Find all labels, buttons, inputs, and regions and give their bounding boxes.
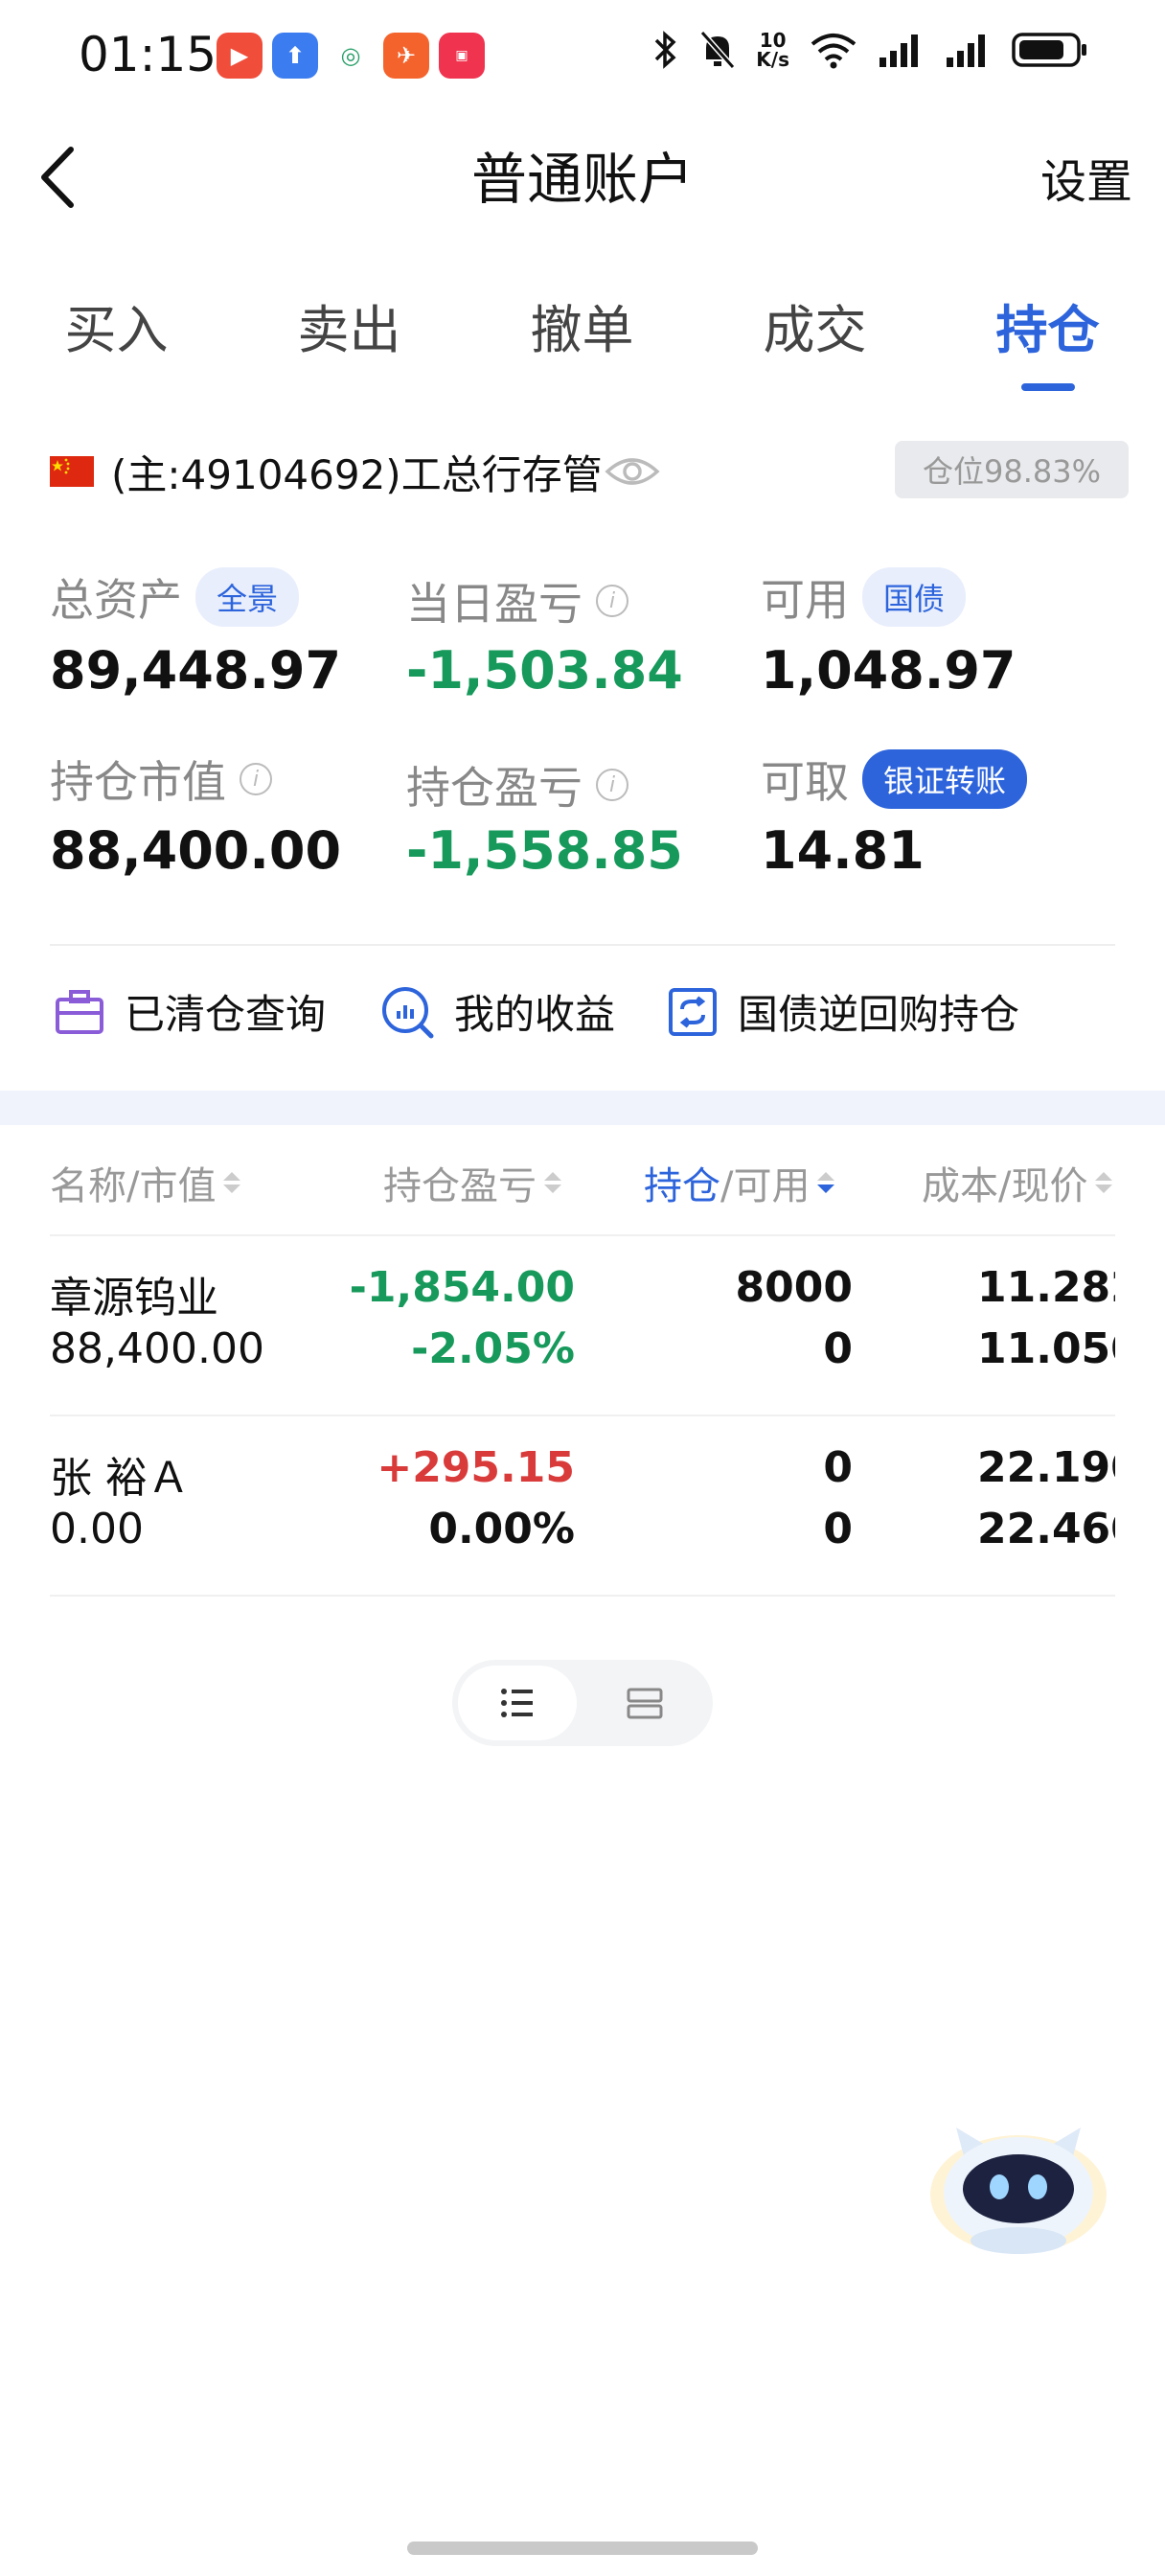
repo-cycle-icon bbox=[669, 987, 717, 1036]
list-view-button[interactable] bbox=[458, 1666, 577, 1740]
stock-name: 张 裕Ａ bbox=[50, 1454, 190, 1503]
daily-pnl-label: 当日盈亏 i bbox=[406, 569, 628, 632]
available-qty: 0 bbox=[823, 1324, 853, 1373]
briefcase-icon bbox=[56, 989, 103, 1034]
withdrawable-label: 可取 银证转账 bbox=[761, 748, 1028, 811]
divider bbox=[50, 944, 1115, 946]
holding-qty: 8000 bbox=[735, 1263, 853, 1312]
net-speed: 10 K/s bbox=[756, 29, 789, 71]
tab-buy[interactable]: 买入 bbox=[0, 288, 233, 393]
available-value: 1,048.97 bbox=[761, 640, 1017, 701]
trade-tabs: 买入 卖出 撤单 成交 持仓 bbox=[0, 288, 1165, 393]
view-mode-toggle bbox=[452, 1660, 713, 1746]
my-earnings-link[interactable]: 我的收益 bbox=[379, 982, 615, 1041]
mobile-carrier-app-icon: ◎ bbox=[328, 33, 374, 79]
available-qty: 0 bbox=[823, 1505, 853, 1553]
bank-transfer-button[interactable]: 银证转账 bbox=[862, 749, 1028, 809]
settings-button[interactable]: 设置 bbox=[1040, 144, 1132, 211]
row-divider bbox=[50, 1595, 1115, 1597]
info-icon[interactable]: i bbox=[596, 585, 628, 617]
holding-value-label: 持仓市值 i bbox=[50, 748, 272, 811]
col-name-header[interactable]: 名称/市值 bbox=[50, 1155, 241, 1210]
col-pnl-header[interactable]: 持仓盈亏 bbox=[383, 1155, 561, 1210]
earnings-chart-icon bbox=[382, 986, 434, 1038]
cost-price: 22.190 bbox=[977, 1443, 1115, 1492]
list-icon bbox=[501, 1689, 533, 1717]
pnl-percent: -2.05% bbox=[411, 1324, 575, 1373]
flash-app-icon: ✈ bbox=[383, 33, 429, 79]
bluetooth-icon bbox=[655, 31, 676, 69]
info-icon[interactable]: i bbox=[596, 769, 628, 801]
home-indicator[interactable] bbox=[407, 2542, 758, 2555]
sort-icon bbox=[223, 1172, 241, 1193]
robot-assistant-icon[interactable] bbox=[927, 2118, 1109, 2262]
col-position-header[interactable]: 持仓/可用 bbox=[644, 1155, 835, 1210]
sort-desc-icon bbox=[817, 1172, 835, 1193]
col-cost-header[interactable]: 成本/现价 bbox=[922, 1155, 1115, 1210]
table-row[interactable]: 章源钨业 88,400.00 -1,854.00 -2.05% 8000 0 1… bbox=[0, 1236, 1165, 1414]
video-app-icon: ▶ bbox=[217, 33, 263, 79]
reverse-repo-link[interactable]: 国债逆回购持仓 bbox=[667, 982, 1019, 1041]
available-label: 可用 国债 bbox=[761, 565, 967, 629]
section-separator bbox=[0, 1091, 1165, 1125]
card-icon bbox=[627, 1688, 663, 1719]
total-assets-value: 89,448.97 bbox=[50, 640, 342, 701]
info-icon[interactable]: i bbox=[240, 763, 272, 795]
signal-icon-2 bbox=[947, 34, 985, 67]
app-gallery-icon: ▣ bbox=[439, 33, 485, 79]
current-price: 11.050 bbox=[977, 1324, 1115, 1373]
eye-icon[interactable] bbox=[604, 450, 661, 493]
account-name[interactable]: (主:49104692)工总行存管 bbox=[111, 443, 603, 501]
status-bar: 01:15 ▶ ⬆ ◎ ✈ ▣ 10 K/s bbox=[0, 0, 1165, 105]
tab-positions[interactable]: 持仓 bbox=[931, 288, 1164, 393]
signal-icon-1 bbox=[879, 34, 918, 67]
pnl-percent: 0.00% bbox=[428, 1505, 575, 1553]
holding-pnl-value: -1,558.85 bbox=[406, 820, 683, 881]
tab-deals[interactable]: 成交 bbox=[698, 288, 931, 393]
market-value: 0.00 bbox=[50, 1505, 144, 1553]
page-title: 普通账户 bbox=[470, 147, 694, 212]
treasury-chip[interactable]: 国债 bbox=[862, 567, 967, 627]
market-value: 88,400.00 bbox=[50, 1324, 264, 1373]
table-row[interactable]: 张 裕Ａ 0.00 +295.15 0.00% 0 0 22.190 22.46… bbox=[0, 1416, 1165, 1595]
status-time: 01:15 bbox=[79, 27, 217, 82]
card-view-button[interactable] bbox=[582, 1666, 707, 1740]
total-assets-label: 总资产 全景 bbox=[50, 565, 300, 629]
daily-pnl-value: -1,503.84 bbox=[406, 640, 683, 701]
stock-name: 章源钨业 bbox=[50, 1274, 218, 1322]
holding-pnl: -1,854.00 bbox=[349, 1263, 575, 1312]
tab-sell[interactable]: 卖出 bbox=[233, 288, 466, 393]
wifi-icon bbox=[811, 34, 857, 69]
sort-icon bbox=[1095, 1172, 1113, 1193]
sort-icon bbox=[544, 1172, 561, 1193]
panorama-chip[interactable]: 全景 bbox=[195, 567, 300, 627]
china-flag-icon bbox=[50, 456, 94, 487]
mute-bell-icon bbox=[700, 31, 736, 69]
holding-pnl: +295.15 bbox=[377, 1443, 575, 1492]
holding-value-value: 88,400.00 bbox=[50, 820, 342, 881]
upload-app-icon: ⬆ bbox=[272, 33, 318, 79]
current-price: 22.460 bbox=[977, 1505, 1115, 1553]
holding-pnl-label: 持仓盈亏 i bbox=[406, 753, 628, 816]
cleared-positions-link[interactable]: 已清仓查询 bbox=[54, 982, 326, 1041]
cost-price: 11.282 bbox=[977, 1263, 1115, 1312]
position-ratio-badge: 仓位98.83% bbox=[895, 441, 1129, 498]
holding-qty: 0 bbox=[823, 1443, 853, 1492]
tab-cancel[interactable]: 撤单 bbox=[466, 288, 698, 393]
battery-icon bbox=[1012, 33, 1086, 67]
system-icons: 10 K/s bbox=[651, 29, 1088, 71]
withdrawable-value: 14.81 bbox=[761, 820, 925, 881]
